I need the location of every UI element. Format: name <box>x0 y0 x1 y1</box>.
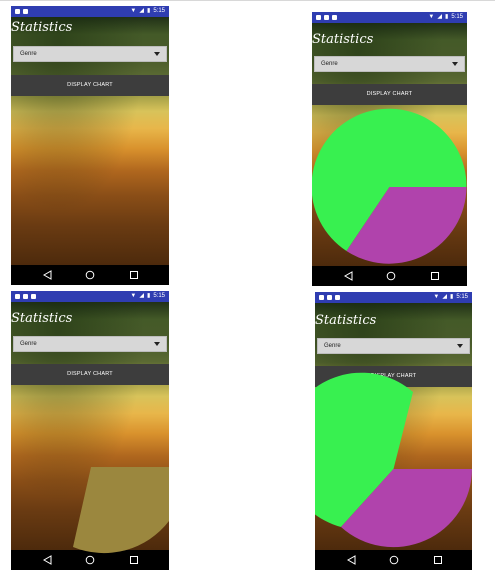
pie-chart <box>315 372 472 548</box>
phone-screen-4: ▼ ◢ ▮ 5:15 Statistics Genre DISPLAY CHAR… <box>315 292 472 570</box>
status-time: 5:15 <box>153 8 165 14</box>
back-icon[interactable] <box>43 270 53 280</box>
pie-chart <box>312 108 467 264</box>
chevron-down-icon <box>154 52 160 56</box>
sd-card-icon <box>23 9 28 14</box>
status-bar: ▼ ◢ ▮ 5:15 <box>11 6 169 17</box>
home-icon[interactable] <box>85 270 95 280</box>
wifi-icon: ▼ <box>130 8 137 14</box>
display-chart-button[interactable]: DISPLAY CHART <box>11 75 169 96</box>
pie-slice-olive <box>73 467 169 554</box>
page-title: Statistics <box>11 20 73 35</box>
phone-screen-3: ▼ ◢ ▮ 5:15 Statistics Genre DISPLAY CHAR… <box>11 291 169 570</box>
phone-screen-2: ▼ ◢ ▮ 5:15 Statistics Genre DISPLAY CHAR… <box>312 12 467 286</box>
dropdown-value: Genre <box>20 51 37 57</box>
phone-screen-1: ▼ ◢ ▮ 5:15 Statistics Genre DISPLAY CHAR… <box>11 6 169 285</box>
genre-dropdown[interactable]: Genre <box>13 46 167 62</box>
signal-icon: ◢ <box>139 8 144 14</box>
navigation-bar <box>11 265 169 285</box>
recent-apps-icon[interactable] <box>129 270 139 280</box>
pie-chart <box>73 467 169 554</box>
sd-card-icon <box>15 9 20 14</box>
battery-icon: ▮ <box>147 8 151 14</box>
divider <box>0 0 495 1</box>
